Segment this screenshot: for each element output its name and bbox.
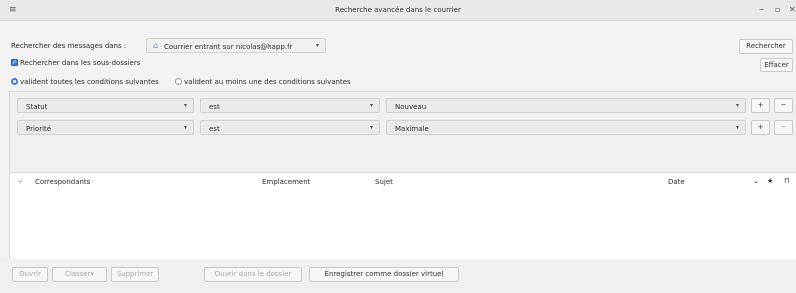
delete-button[interactable]: Supprimer [111,267,159,282]
account-select[interactable]: ⌂ Courrier entrant sur nicolas@happ.fr ▾ [146,38,326,53]
condition-value-select[interactable]: Maximale ▾ [386,120,746,135]
match-all-label: valident toutes les conditions suivantes [20,78,159,86]
condition-value-value: Maximale [395,125,429,133]
title-bar: ≡ Recherche avancée dans le courrier – ▫… [0,0,796,21]
column-subject[interactable]: Sujet [375,178,393,186]
open-button[interactable]: Ouvrir [12,267,48,282]
match-any-radio[interactable] [175,78,182,85]
condition-operator-value: est [209,125,220,133]
inbox-icon: ⌂ [153,41,159,50]
sort-chevron-icon[interactable]: ⌄ [753,177,759,185]
add-condition-button[interactable]: + [751,120,770,135]
chevron-down-icon: ▾ [735,102,739,109]
condition-operator-value: est [209,103,220,111]
star-icon[interactable]: ★ [767,177,773,185]
column-date[interactable]: Date [668,178,685,186]
maximize-icon[interactable]: ▫ [775,5,780,14]
condition-field-select[interactable]: Statut ▾ [17,98,194,113]
match-any-label: valident au moins une des conditions sui… [184,78,351,86]
clear-button[interactable]: Effacer [760,58,793,72]
column-correspondents[interactable]: Correspondants [35,178,90,186]
save-virtual-folder-button[interactable]: Enregistrer comme dossier virtuel [309,267,459,282]
condition-field-value: Statut [26,103,48,111]
add-condition-button[interactable]: + [751,98,770,113]
remove-condition-button[interactable]: − [774,98,793,113]
minimize-icon[interactable]: – [759,4,764,15]
account-select-value: Courrier entrant sur nicolas@happ.fr [164,43,293,51]
subfolders-label: Rechercher dans les sous-dossiers [20,59,141,67]
search-button[interactable]: Rechercher [739,39,793,54]
chevron-down-icon: ▾ [183,102,187,109]
condition-field-value: Priorité [26,125,52,133]
column-picker-icon[interactable]: ⊓ [784,177,789,185]
close-icon[interactable]: ✕ [789,5,796,14]
open-in-folder-button[interactable]: Ouvrir dans le dossier [204,267,302,282]
results-header: ⑂ Correspondants Emplacement Sujet Date … [9,173,795,191]
condition-field-select[interactable]: Priorité ▾ [17,120,194,135]
file-button[interactable]: Classer▾ [52,267,107,282]
column-location[interactable]: Emplacement [262,178,310,186]
search-in-label: Rechercher des messages dans : [11,42,127,50]
window-title: Recherche avancée dans le courrier [335,6,461,14]
condition-value-select[interactable]: Nouveau ▾ [386,98,746,113]
thread-icon[interactable]: ⑂ [18,178,22,186]
chevron-down-icon: ▾ [315,42,319,49]
subfolders-checkbox[interactable]: ✓ [11,59,18,66]
chevron-down-icon: ▾ [183,124,187,131]
chevron-down-icon: ▾ [369,102,373,109]
condition-value-value: Nouveau [395,103,427,111]
condition-operator-select[interactable]: est ▾ [200,98,380,113]
remove-condition-button[interactable]: − [774,120,793,135]
chevron-down-icon: ▾ [735,124,739,131]
match-all-radio[interactable] [11,78,18,85]
condition-operator-select[interactable]: est ▾ [200,120,380,135]
chevron-down-icon: ▾ [369,124,373,131]
